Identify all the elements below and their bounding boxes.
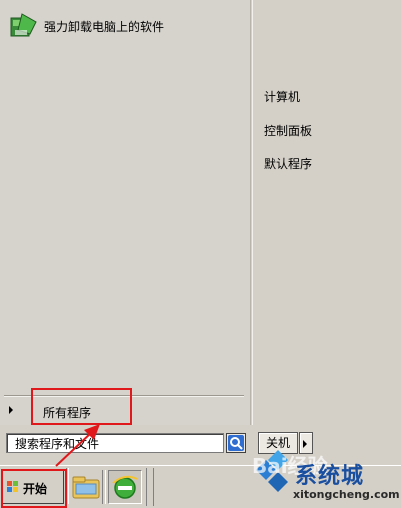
search-input[interactable]: [7, 434, 223, 452]
windows-explorer-icon: [72, 476, 100, 499]
search-button[interactable]: [226, 433, 246, 453]
watermark-brand: 系统城: [295, 464, 365, 489]
right-item-control-panel[interactable]: 控制面板: [264, 122, 312, 139]
highlight-all-programs: [31, 388, 132, 425]
start-menu-left-pane: [0, 0, 251, 425]
pinned-item-uninstaller[interactable]: 强力卸载电脑上的软件: [8, 12, 164, 40]
right-item-default-programs[interactable]: 默认程序: [264, 155, 312, 172]
start-menu-right-pane: [252, 0, 401, 425]
highlight-start-button: [1, 469, 67, 508]
pinned-item-label: 强力卸载电脑上的软件: [44, 19, 165, 34]
triangle-right-icon: [9, 406, 13, 414]
internet-explorer-icon: [112, 475, 138, 499]
uninstall-app-icon: [8, 12, 38, 40]
search-box[interactable]: [6, 433, 224, 453]
watermark-url: xitongcheng.com: [293, 488, 400, 501]
taskbar-divider-3: [146, 468, 154, 506]
right-item-computer[interactable]: 计算机: [264, 88, 300, 105]
search-icon: [228, 435, 244, 451]
taskbar-divider-2: [102, 470, 106, 504]
taskbar-app-internet-explorer[interactable]: [108, 470, 142, 504]
taskbar-app-explorer[interactable]: [70, 470, 104, 504]
